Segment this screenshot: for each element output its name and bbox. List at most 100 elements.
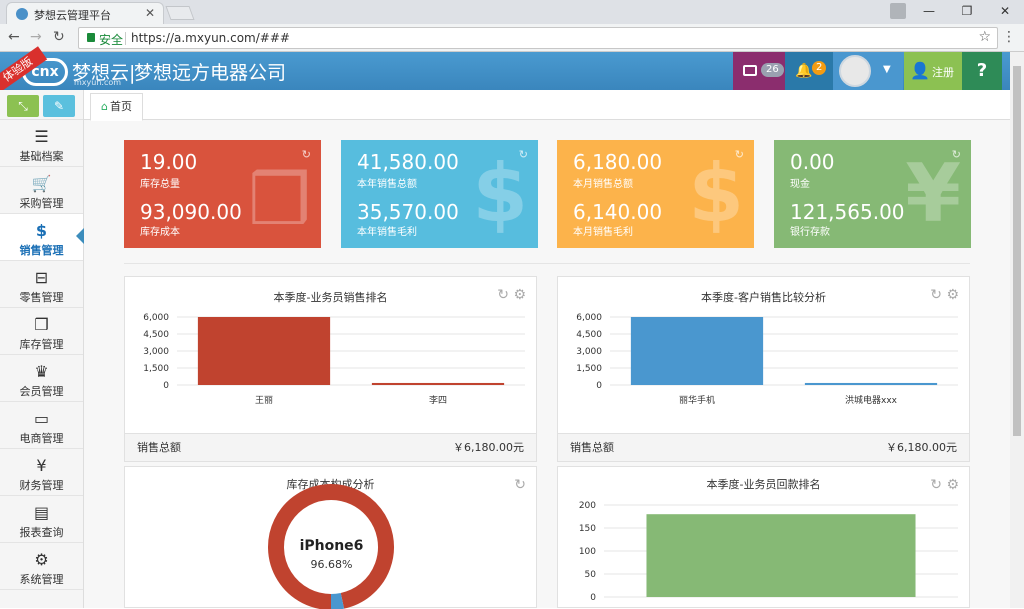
scrollbar[interactable] [1010, 52, 1024, 608]
sidebar-item-9[interactable]: ⚙ 系统管理 [0, 543, 83, 590]
stat-value: 41,580.00 [357, 150, 459, 174]
panel-title: 本季度-客户销售比较分析 [701, 291, 826, 304]
edit-button[interactable]: ✎ [43, 95, 75, 117]
stat-value: 35,570.00 [357, 200, 459, 224]
x-tick-label: 李四 [429, 394, 447, 406]
refresh-icon[interactable]: ↻ [519, 148, 528, 161]
gear-icon[interactable]: ⚙ [513, 287, 526, 303]
sidebar-item-6[interactable]: ▭ 电商管理 [0, 402, 83, 449]
donut-center-pct: 96.68% [310, 558, 353, 571]
sidebar-item-1[interactable]: 🛒 采购管理 [0, 167, 83, 214]
user-menu-button[interactable]: ▼ [833, 52, 903, 90]
panel-tools: ↻ ⚙ [497, 287, 526, 303]
y-tick-label: 100 [579, 547, 596, 557]
cart-icon: 🛒 [31, 174, 52, 193]
tab-home-label: 首页 [109, 100, 132, 113]
gear-icon[interactable]: ⚙ [946, 287, 959, 303]
y-tick-label: 0 [596, 381, 602, 391]
main-content: ⌂ 首页 ❒ ↻ 19.00 库存总量 93,090.00 库存成本 $ ↻ 41… [84, 90, 1010, 609]
tab-home[interactable]: ⌂ 首页 [90, 93, 143, 121]
panel-customer-comparison: 本季度-客户销售比较分析 ↻ ⚙ 0 1,500 3,000 4,500 6,000 丽华… [557, 276, 970, 462]
y-tick-label: 50 [585, 570, 597, 580]
y-tick-label: 3,000 [143, 347, 169, 357]
refresh-icon[interactable]: ↻ [952, 148, 961, 161]
refresh-icon[interactable]: ↻ [930, 287, 942, 303]
refresh-icon[interactable]: ↻ [497, 287, 509, 303]
stat-label: 本年销售总额 [357, 179, 417, 190]
minimize-icon[interactable]: — [910, 0, 948, 24]
sidebar-item-label: 采购管理 [19, 197, 64, 210]
sidebar-item-5[interactable]: ♛ 会员管理 [0, 355, 83, 402]
panel-title: 本季度-业务员销售排名 [273, 291, 388, 304]
browser-menu-icon[interactable]: ⋮ [1002, 29, 1016, 45]
stat-label: 本年销售毛利 [357, 227, 417, 238]
close-tab-icon[interactable]: ✕ [145, 6, 155, 20]
divider [124, 263, 970, 264]
tab-title: 梦想云管理平台 [34, 9, 111, 22]
panel-footer: 销售总额 ￥6,180.00元 [125, 433, 536, 461]
x-tick-label: 洪城电器xxx [845, 394, 898, 406]
forward-icon[interactable]: → [30, 29, 42, 45]
browser-tab[interactable]: 梦想云管理平台 ✕ [6, 2, 164, 24]
sidebar-item-3[interactable]: ⊟ 零售管理 [0, 261, 83, 308]
maximize-icon[interactable]: ❐ [948, 0, 986, 24]
footer-label: 销售总额 [570, 441, 614, 454]
new-tab-button[interactable] [165, 6, 195, 20]
sidebar-item-4[interactable]: ❒ 库存管理 [0, 308, 83, 355]
cogs-icon: ⚙ [34, 550, 49, 569]
sidebar-item-2[interactable]: $ 销售管理 [0, 214, 84, 261]
panel-title: 本季度-业务员回款排名 [706, 478, 821, 491]
bar [371, 382, 505, 385]
stat-card-inventory: ❒ ↻ 19.00 库存总量 93,090.00 库存成本 [124, 140, 321, 248]
refresh-icon[interactable]: ↻ [735, 148, 744, 161]
stat-card-annual-sales: $ ↻ 41,580.00 本年销售总额 35,570.00 本年销售毛利 [341, 140, 538, 248]
sidebar-item-label: 会员管理 [19, 385, 64, 398]
notifications-button[interactable]: 🔔 2 [785, 52, 833, 90]
register-button[interactable]: 👤 注册 [904, 52, 962, 90]
bar-chart: 0 1,500 3,000 4,500 6,000 王丽 李四 [143, 313, 525, 406]
refresh-icon[interactable]: ↻ [302, 148, 311, 161]
gear-icon[interactable]: ⚙ [946, 477, 959, 493]
dollar-icon: $ [472, 147, 528, 240]
panel-tools: ↻ ⚙ [930, 477, 959, 493]
yen-icon: ¥ [36, 456, 47, 475]
back-icon[interactable]: ← [8, 29, 20, 45]
help-button[interactable]: ? [962, 52, 1002, 90]
bar-chart: 0 50 100 150 200 [579, 501, 958, 603]
close-window-icon[interactable]: ✕ [986, 0, 1024, 24]
sidebar-item-7[interactable]: ¥ 财务管理 [0, 449, 83, 496]
company-name: 梦想远方电器公司 [134, 62, 287, 84]
stat-card-cash: ¥ ↻ 0.00 现金 121,565.00 银行存款 [774, 140, 971, 248]
x-tick-label: 丽华手机 [679, 394, 715, 406]
reload-icon[interactable]: ↻ [53, 29, 65, 45]
address-bar: ← → ↻ 安全 https://a.mxyun.com/### ☆ ⋮ [0, 24, 1024, 52]
y-tick-label: 4,500 [143, 330, 169, 340]
y-tick-label: 0 [163, 381, 169, 391]
excel-icon: ▤ [33, 503, 50, 522]
y-tick-label: 6,000 [143, 313, 169, 323]
footer-label: 销售总额 [137, 441, 181, 454]
register-label: 注册 [932, 66, 954, 79]
bar [804, 382, 938, 385]
refresh-icon[interactable]: ↻ [930, 477, 942, 493]
profile-icon[interactable] [890, 3, 906, 19]
add-user-icon: 👤 [910, 61, 930, 80]
y-tick-label: 150 [579, 524, 596, 534]
collapse-button[interactable]: ⤡ [7, 95, 39, 117]
sidebar-item-0[interactable]: ☰ 基础档案 [0, 120, 83, 167]
brand-domain: mxyun.com [74, 78, 122, 87]
messages-button[interactable]: 26 [733, 52, 785, 90]
footer-value: ￥6,180.00元 [453, 441, 524, 454]
logo[interactable]: cnx 体验版 梦想云| mxyun.com 梦想远方电器公司 [0, 46, 300, 94]
url-input[interactable]: 安全 https://a.mxyun.com/### ☆ [78, 27, 998, 49]
sidebar-item-label: 基础档案 [19, 150, 64, 163]
bar [646, 514, 916, 597]
y-tick-label: 3,000 [576, 347, 602, 357]
page-tabs: ⌂ 首页 [84, 90, 1010, 121]
bookmark-star-icon[interactable]: ☆ [978, 29, 991, 45]
sidebar-item-8[interactable]: ▤ 报表查询 [0, 496, 83, 543]
scrollbar-thumb[interactable] [1013, 66, 1021, 436]
stat-value: 121,565.00 [790, 200, 905, 224]
stat-label: 库存总量 [140, 179, 180, 190]
stat-value: 19.00 [140, 150, 198, 174]
